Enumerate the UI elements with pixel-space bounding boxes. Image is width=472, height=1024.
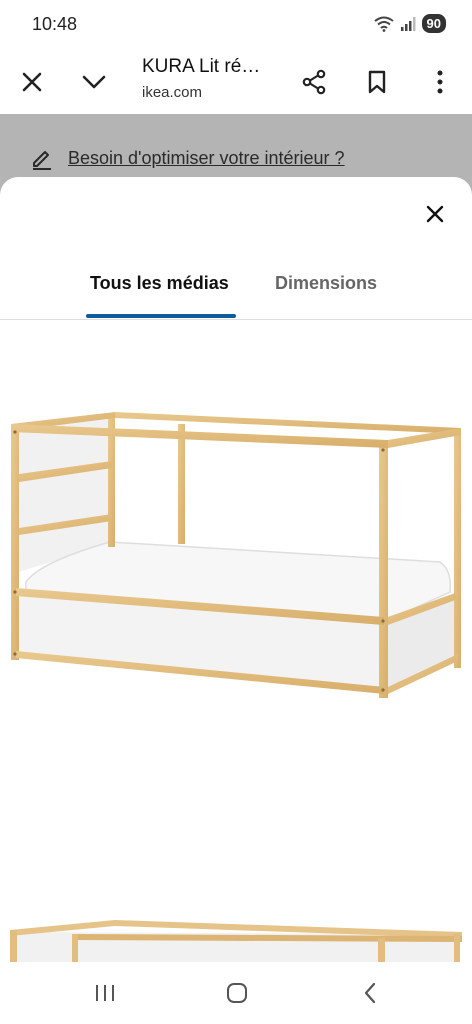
status-icons: 90	[373, 14, 446, 33]
sheet-close-button[interactable]	[418, 197, 452, 231]
bookmark-button[interactable]	[355, 60, 399, 104]
battery-indicator: 90	[421, 14, 446, 33]
home-icon	[227, 983, 247, 1003]
more-vert-icon	[437, 70, 443, 94]
back-icon	[364, 982, 376, 1004]
promo-text[interactable]: Besoin d'optimiser votre intérieur ?	[68, 148, 345, 169]
page-url[interactable]: ikea.com	[142, 84, 202, 101]
recents-button[interactable]	[85, 978, 125, 1008]
media-sheet: Tous les médias Dimensions	[0, 177, 472, 962]
recents-icon	[96, 985, 114, 1001]
browser-toolbar: KURA Lit ré… ikea.com	[0, 50, 472, 114]
page-title[interactable]: KURA Lit ré…	[142, 56, 260, 78]
wifi-icon	[373, 16, 394, 32]
close-icon	[22, 72, 42, 92]
signal-icon	[400, 16, 416, 31]
pencil-icon	[33, 151, 51, 170]
status-bar: 10:48 90	[0, 0, 472, 50]
minimize-button[interactable]	[72, 60, 116, 104]
more-options-button[interactable]	[418, 60, 462, 104]
tab-all-media[interactable]: Tous les médias	[90, 273, 229, 294]
share-icon	[302, 69, 326, 95]
share-button[interactable]	[292, 60, 336, 104]
status-time: 10:48	[32, 14, 78, 34]
close-icon	[426, 205, 444, 223]
back-button[interactable]	[350, 978, 390, 1008]
home-button[interactable]	[217, 978, 257, 1008]
chevron-down-icon	[82, 75, 106, 89]
tab-dimensions[interactable]: Dimensions	[275, 273, 377, 294]
active-tab-indicator	[86, 314, 236, 318]
close-tab-button[interactable]	[10, 60, 54, 104]
kura-bed-image-second[interactable]	[0, 912, 472, 962]
media-tabs: Tous les médias Dimensions	[0, 265, 472, 320]
bookmark-icon	[368, 70, 386, 94]
promo-link[interactable]: Besoin d'optimiser votre intérieur ?	[30, 146, 345, 170]
system-nav-bar	[0, 962, 472, 1024]
kura-bed-image[interactable]	[0, 402, 472, 712]
